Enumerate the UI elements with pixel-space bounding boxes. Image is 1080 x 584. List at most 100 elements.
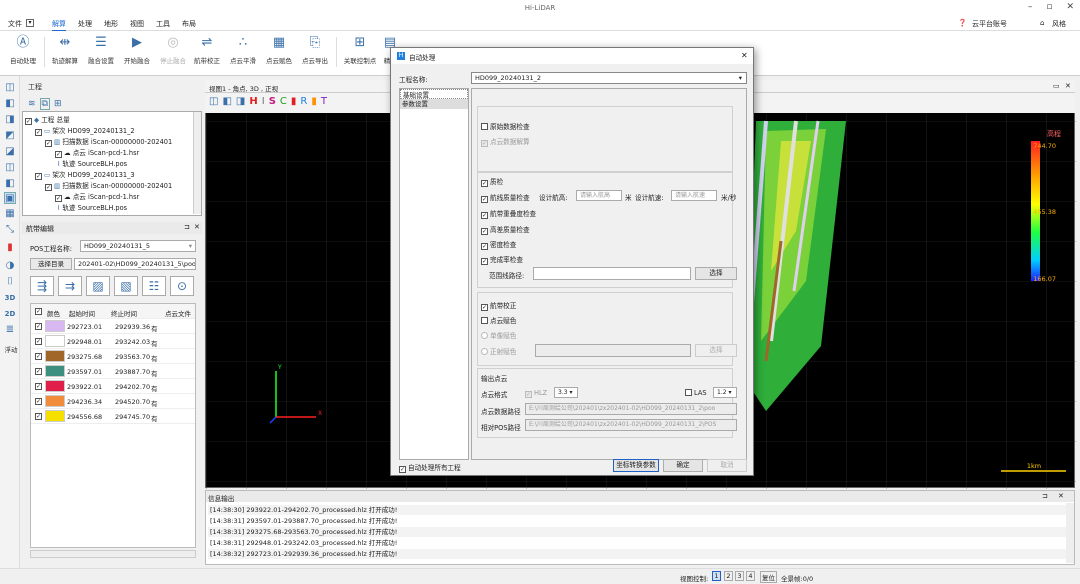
row-checkbox[interactable]: ✓ xyxy=(35,368,42,375)
color-strip-icon[interactable]: S xyxy=(269,96,276,107)
cube-front-icon[interactable]: ◧ xyxy=(4,98,16,110)
delete-strip-icon[interactable]: ▧ xyxy=(114,276,138,296)
row-checkbox[interactable]: ✓ xyxy=(35,398,42,405)
layer-icon[interactable]: ≣ xyxy=(4,324,16,336)
color-class-icon[interactable]: C xyxy=(280,96,287,107)
menu-terrain[interactable]: 地形 xyxy=(104,19,118,29)
maximize-view-icon[interactable]: ▭ xyxy=(1053,82,1060,90)
color-return-icon[interactable]: R xyxy=(300,96,307,107)
color-time-icon[interactable]: T xyxy=(321,96,327,107)
account-link[interactable]: 云平台账号 xyxy=(972,19,1007,29)
close-view-icon[interactable]: ✕ xyxy=(1065,82,1071,90)
single-color-radio[interactable]: 单像赋色 xyxy=(481,330,516,340)
cube-back-icon[interactable]: ◧ xyxy=(222,96,231,107)
menu-view[interactable]: 视图 xyxy=(130,19,144,29)
float-button[interactable]: 浮动 xyxy=(2,344,20,356)
nav-basic[interactable]: 基础设置 xyxy=(400,89,468,99)
colorbar-icon[interactable]: ▮ xyxy=(4,242,16,254)
dialog-close-icon[interactable]: ✕ xyxy=(741,51,748,60)
merge-icon[interactable]: ⇉ xyxy=(58,276,82,296)
cube-side-icon[interactable]: ◨ xyxy=(236,96,245,107)
elevation-qc-check[interactable]: ✓ 高差质量检查 xyxy=(481,224,530,235)
style-menu[interactable]: 风格 xyxy=(1052,19,1066,29)
strip-adjust-button[interactable]: ⇌ 航带校正 xyxy=(190,35,224,65)
las-version-select[interactable]: 1.2 ▾ xyxy=(713,387,737,398)
half-circle-icon[interactable]: ◑ xyxy=(4,260,16,272)
ortho-color-radio[interactable]: 正射赋色 xyxy=(481,346,516,356)
auto-all-check[interactable]: ✓ 自动处理所有工程 xyxy=(399,462,461,473)
cube-bottom-icon[interactable]: ◪ xyxy=(4,146,16,158)
view-page-2[interactable]: 2 xyxy=(724,571,733,581)
start-fusion-button[interactable]: ▶ 开始融合 xyxy=(120,35,154,65)
color-intensity-icon[interactable]: I xyxy=(262,96,265,107)
minimize-icon[interactable]: – xyxy=(1028,2,1033,12)
close-icon[interactable]: ✕ xyxy=(1066,2,1074,12)
ortho-path-input[interactable] xyxy=(535,344,691,357)
project-name-select[interactable]: HD099_20240131_2 ▾ xyxy=(471,72,747,84)
table-hscrollbar[interactable] xyxy=(30,550,196,558)
cube-back-icon[interactable]: ◫ xyxy=(4,162,16,174)
grid-icon[interactable]: ▦ xyxy=(4,208,16,220)
pos-dir-input[interactable]: 202401-02\HD099_20240131_5\poo xyxy=(74,258,196,270)
table-row[interactable]: ✓ 293922.01 294202.70 有 xyxy=(31,379,195,394)
add-icon[interactable]: ⊞ xyxy=(54,99,62,109)
edit-strip-icon[interactable]: ▨ xyxy=(86,276,110,296)
color-rgb-icon[interactable]: ▮ xyxy=(291,96,297,107)
point-colorize-button[interactable]: ▦ 点云赋色 xyxy=(262,35,296,65)
cancel-button[interactable]: 取消 xyxy=(707,459,747,472)
tree-node-flight[interactable]: ✓ ▭ 架次 HD099_20240131_3 xyxy=(35,169,135,180)
color-height-icon[interactable]: H xyxy=(249,96,257,107)
table-row[interactable]: ✓ 294236.34 294520.70 有 xyxy=(31,394,195,409)
control-point-button[interactable]: ⊞ 关联控制点 xyxy=(340,35,380,65)
reset-view-button[interactable]: 复位 xyxy=(760,571,777,583)
point-export-button[interactable]: ⎘ 点云导出 xyxy=(298,35,332,65)
qc-check[interactable]: ✓ 质检 xyxy=(481,176,503,187)
pos-project-select[interactable]: HD099_20240131_5 ▾ xyxy=(80,240,196,252)
auto-process-button[interactable]: Ⓐ 自动处理 xyxy=(6,35,40,65)
row-color-swatch[interactable] xyxy=(45,365,65,377)
view-page-4[interactable]: 4 xyxy=(746,571,755,581)
row-color-swatch[interactable] xyxy=(45,335,65,347)
hlz-check[interactable]: ✓ HLZ xyxy=(525,389,547,398)
tree-node-scan[interactable]: ✓ ▥ 扫描数据 iScan-00000000-202401 xyxy=(45,136,172,147)
table-row[interactable]: ✓ 293275.68 293563.70 有 xyxy=(31,349,195,364)
row-color-swatch[interactable] xyxy=(45,350,65,362)
row-checkbox[interactable]: ✓ xyxy=(35,383,42,390)
panel-close-icon[interactable]: ✕ xyxy=(1058,492,1064,500)
point-smooth-button[interactable]: ∴ 点云平滑 xyxy=(226,35,260,65)
cube-front-icon[interactable]: ◫ xyxy=(209,96,218,107)
profile-icon[interactable]: ⌷ xyxy=(4,276,16,288)
tree-node-trajectory[interactable]: ⌇ 轨迹 SourceBLH.pos xyxy=(57,158,127,168)
output-path-input[interactable]: E:\川周测绘公司\202401\zx202401-02\HD099_20240… xyxy=(525,403,737,415)
play-strip-icon[interactable]: ⊙ xyxy=(170,276,194,296)
pin-icon[interactable]: ⊐ xyxy=(1042,492,1048,500)
cube-view-icon[interactable]: ◫ xyxy=(4,82,16,94)
track-qc-check[interactable]: ✓ 航线质量检查 xyxy=(481,192,530,203)
completeness-check[interactable]: ✓ 完成率检查 xyxy=(481,254,523,265)
split-icon[interactable]: ⇶ xyxy=(30,276,54,296)
panel-close-icon[interactable]: ✕ xyxy=(194,223,200,231)
tree-scrollbar[interactable] xyxy=(193,112,201,214)
design-alt-input[interactable]: 请输入航高 xyxy=(576,190,622,201)
menu-layout[interactable]: 布局 xyxy=(182,19,196,29)
cube-side-icon[interactable]: ◨ xyxy=(4,114,16,126)
copy-icon[interactable]: ⧉ xyxy=(39,98,50,110)
table-row[interactable]: ✓ 292948.01 293242.03 有 xyxy=(31,334,195,349)
maximize-icon[interactable]: ▫ xyxy=(1046,2,1052,12)
tree-node-scan[interactable]: ✓ ▥ 扫描数据 iScan-00000000-202401 xyxy=(45,180,172,191)
help-icon[interactable]: ❓ xyxy=(958,19,967,27)
table-row[interactable]: ✓ 292723.01 292939.36 有 xyxy=(31,319,195,334)
view-page-1[interactable]: 1 xyxy=(712,571,721,581)
chevron-down-icon[interactable]: ▾ xyxy=(26,19,34,27)
menu-file[interactable]: 文件 xyxy=(8,19,22,29)
tree-node-trajectory[interactable]: ⌇ 轨迹 SourceBLH.pos xyxy=(57,202,127,212)
menu-tools[interactable]: 工具 xyxy=(156,19,170,29)
point-solve-check[interactable]: ✓ 点云数据解算 xyxy=(481,136,530,147)
cube-iso-icon[interactable]: ◧ xyxy=(4,178,16,190)
strip-adjust-check[interactable]: ✓ 航带校正 xyxy=(481,300,516,311)
tree-node-pointcloud[interactable]: ✓ ☁ 点云 iScan-pcd-1.hsr xyxy=(55,147,139,158)
pos-path-input[interactable]: E:\川周测绘公司\202401\zx202401-02\HD099_20240… xyxy=(525,419,737,431)
range-path-input[interactable] xyxy=(533,267,691,280)
row-checkbox[interactable]: ✓ xyxy=(35,413,42,420)
row-color-swatch[interactable] xyxy=(45,395,65,407)
